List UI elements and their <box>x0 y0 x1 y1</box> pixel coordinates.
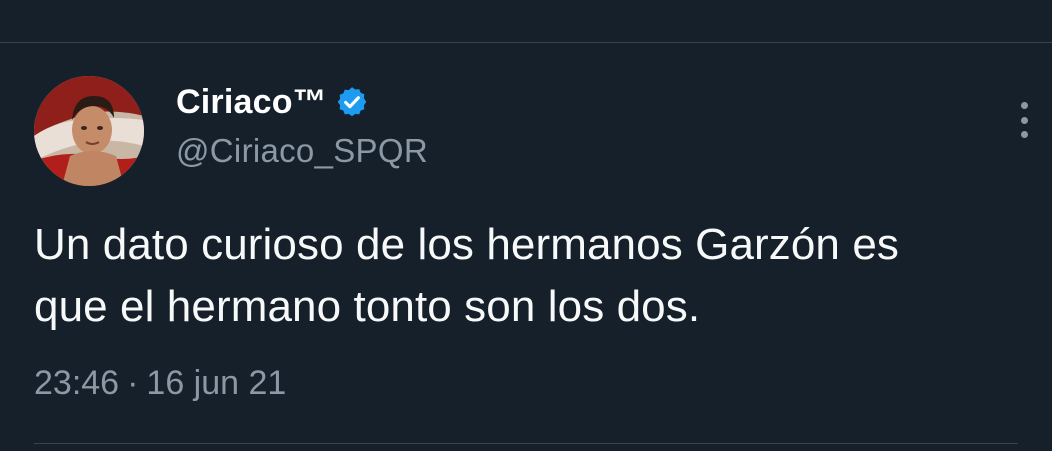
top-divider <box>0 42 1052 43</box>
more-button[interactable] <box>1008 100 1040 140</box>
tweet-date[interactable]: 16 jun 21 <box>146 364 286 403</box>
author-row[interactable]: Ciriaco™ <box>176 80 369 124</box>
tweet-text-line-2: que el hermano tonto son los dos. <box>34 282 701 331</box>
handle[interactable]: @Ciriaco_SPQR <box>176 132 428 170</box>
tweet-meta: 23:46 · 16 jun 21 <box>34 364 286 403</box>
tweet-time[interactable]: 23:46 <box>34 364 119 403</box>
meta-separator: · <box>127 364 139 402</box>
bottom-divider <box>34 443 1018 444</box>
more-vertical-icon-dot <box>1020 116 1028 124</box>
verified-badge-icon <box>335 85 369 119</box>
tweet-text: Un dato curioso de los hermanos Garzón e… <box>34 214 1034 338</box>
more-vertical-icon-dot <box>1020 131 1028 138</box>
more-vertical-icon <box>1020 102 1028 109</box>
avatar[interactable] <box>34 76 144 186</box>
display-name[interactable]: Ciriaco™ <box>176 83 327 122</box>
tweet-text-line-1: Un dato curioso de los hermanos Garzón e… <box>34 220 899 269</box>
tweet-screen: Ciriaco™ @Ciriaco_SPQR Un dato curioso d… <box>0 0 1052 451</box>
